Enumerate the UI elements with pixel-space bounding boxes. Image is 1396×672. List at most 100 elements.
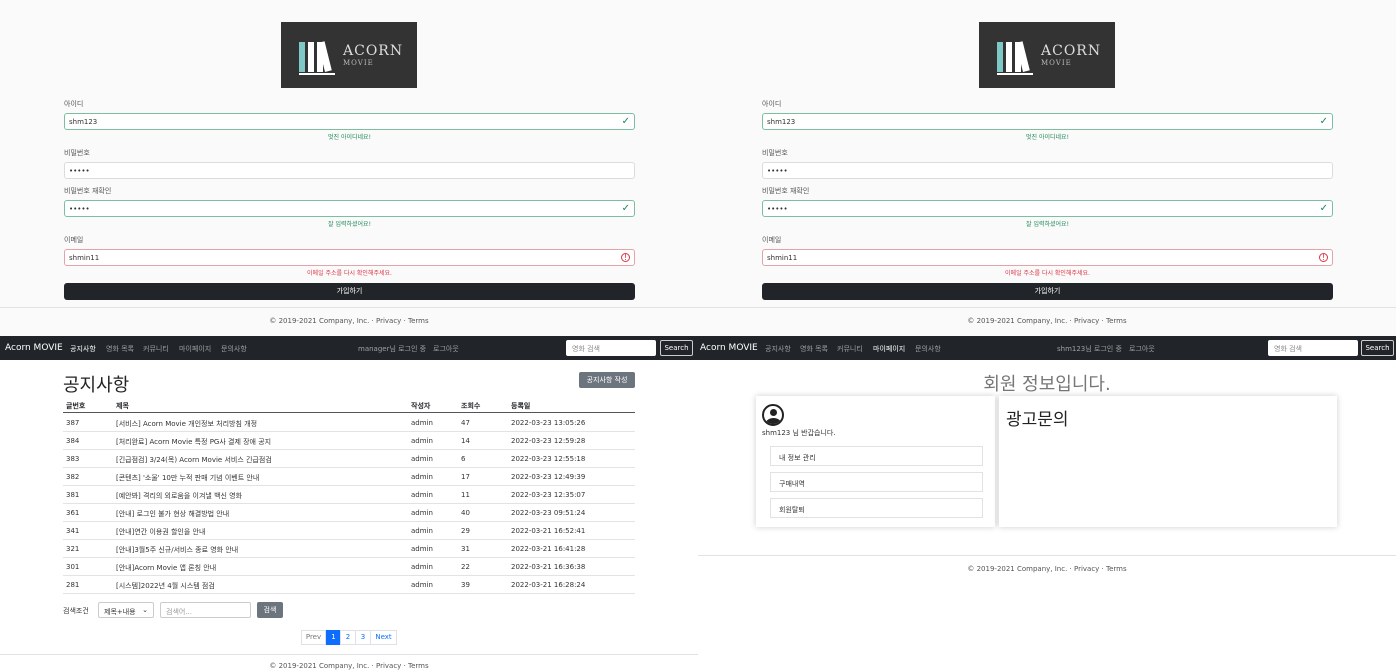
- nav-mypage[interactable]: 마이페이지: [873, 344, 905, 354]
- menu-my-info[interactable]: 내 정보 관리: [770, 446, 983, 466]
- row-number: 382: [66, 473, 80, 481]
- navbar-brand[interactable]: Acorn MOVIE: [700, 343, 758, 353]
- search-condition-select[interactable]: 제목+내용 ⌄: [98, 602, 154, 618]
- movie-search-button[interactable]: Search: [1361, 340, 1394, 356]
- table-row[interactable]: 301 [안내]Acorn Movie 앱 론칭 안내 admin 22 202…: [63, 558, 635, 576]
- mypage-page: Acorn MOVIE 공지사항 영화 목록 커뮤니티 마이페이지 문의사항 s…: [698, 336, 1396, 672]
- row-title-link[interactable]: [예안봐] 격리의 외로움을 이겨낼 백신 영화: [116, 491, 242, 501]
- row-date: 2022-03-21 16:41:28: [511, 545, 586, 553]
- chevron-down-icon: ⌄: [142, 606, 148, 614]
- table-row[interactable]: 361 [안내] 로그인 불가 현상 해결방법 안내 admin 40 2022…: [63, 504, 635, 522]
- row-author: admin: [411, 527, 433, 535]
- password-confirm-label: 비밀번호 재확인: [64, 187, 112, 195]
- books-icon: [997, 38, 1037, 75]
- pagination-prev[interactable]: Prev: [301, 630, 326, 645]
- nav-logout[interactable]: 로그아웃: [1129, 344, 1155, 354]
- movie-search-button[interactable]: Search: [660, 340, 693, 356]
- navbar-brand[interactable]: Acorn MOVIE: [5, 343, 63, 353]
- acorn-logo[interactable]: ACORN MOVIE: [281, 22, 417, 88]
- table-row[interactable]: 384 [처리완료] Acorn Movie 특정 PG사 결제 장애 공지 a…: [63, 432, 635, 450]
- content-panel: 광고문의: [999, 396, 1337, 527]
- row-title-link[interactable]: [안내]3월5주 신규/서비스 종료 영화 안내: [116, 545, 238, 555]
- row-number: 383: [66, 455, 80, 463]
- movie-search-input[interactable]: 영화 검색: [566, 340, 656, 356]
- menu-purchase-history[interactable]: 구매내역: [770, 472, 983, 492]
- password-confirm-field[interactable]: ••••• ✓: [762, 200, 1333, 217]
- password-field[interactable]: •••••: [64, 162, 635, 179]
- email-field[interactable]: shmin11 !: [762, 249, 1333, 266]
- row-author: admin: [411, 437, 433, 445]
- password-value: •••••: [767, 167, 788, 175]
- keyword-search-button[interactable]: 검색: [257, 602, 283, 618]
- row-views: 39: [461, 581, 470, 589]
- nav-community[interactable]: 커뮤니티: [837, 344, 863, 354]
- nav-notice[interactable]: 공지사항: [70, 344, 96, 354]
- search-condition-value: 제목+내용: [104, 608, 136, 616]
- id-field[interactable]: shm123 ✓: [64, 113, 635, 130]
- row-date: 2022-03-23 12:59:28: [511, 437, 586, 445]
- page-title: 공지사항: [63, 375, 130, 396]
- nav-inquiry[interactable]: 문의사항: [915, 344, 941, 354]
- password-confirm-field[interactable]: ••••• ✓: [64, 200, 635, 217]
- table-row[interactable]: 321 [안내]3월5주 신규/서비스 종료 영화 안내 admin 31 20…: [63, 540, 635, 558]
- row-date: 2022-03-23 12:35:07: [511, 491, 586, 499]
- row-title-link[interactable]: [긴급점검] 3/24(목) Acorn Movie 서비스 긴급점검: [116, 455, 272, 465]
- acorn-logo[interactable]: ACORN MOVIE: [979, 22, 1115, 88]
- table-row[interactable]: 383 [긴급점검] 3/24(목) Acorn Movie 서비스 긴급점검 …: [63, 450, 635, 468]
- table-row[interactable]: 281 [시스템]2022년 4월 시스템 점검 admin 39 2022-0…: [63, 576, 635, 594]
- row-title-link[interactable]: [처리완료] Acorn Movie 특정 PG사 결제 장애 공지: [116, 437, 271, 447]
- row-title-link[interactable]: [안내] 로그인 불가 현상 해결방법 안내: [116, 509, 229, 519]
- table-row[interactable]: 387 [서비스] Acorn Movie 개인정보 처리방침 개정 admin…: [63, 414, 635, 432]
- pagination-next[interactable]: Next: [370, 630, 397, 645]
- id-label: 아이디: [762, 100, 782, 108]
- password-confirm-value: •••••: [767, 205, 788, 213]
- email-feedback: 이메일 주소를 다시 확인해주세요.: [307, 270, 392, 277]
- nav-movie-list[interactable]: 영화 목록: [800, 344, 828, 354]
- row-number: 281: [66, 581, 80, 589]
- nav-logout[interactable]: 로그아웃: [433, 344, 459, 354]
- write-notice-button[interactable]: 공지사항 작성: [579, 372, 635, 388]
- menu-withdraw[interactable]: 회원탈퇴: [770, 498, 983, 518]
- email-field[interactable]: shmin11 !: [64, 249, 635, 266]
- email-label: 이메일: [762, 236, 782, 244]
- notice-board-page: Acorn MOVIE 공지사항 영화 목록 커뮤니티 마이페이지 문의사항 m…: [0, 336, 698, 672]
- navbar: Acorn MOVIE 공지사항 영화 목록 커뮤니티 마이페이지 문의사항 s…: [698, 336, 1396, 360]
- row-number: 321: [66, 545, 80, 553]
- row-views: 6: [461, 455, 466, 463]
- nav-community[interactable]: 커뮤니티: [143, 344, 169, 354]
- row-title-link[interactable]: [서비스] Acorn Movie 개인정보 처리방침 개정: [116, 419, 257, 429]
- row-title-link[interactable]: [안내]Acorn Movie 앱 론칭 안내: [116, 563, 216, 573]
- col-number: 글번호: [66, 402, 86, 410]
- footer-divider: [698, 307, 1396, 308]
- email-value: shmin11: [69, 254, 100, 262]
- pagination-page-2[interactable]: 2: [340, 630, 356, 645]
- row-views: 29: [461, 527, 470, 535]
- email-feedback: 이메일 주소를 다시 확인해주세요.: [1005, 270, 1090, 277]
- table-row[interactable]: 382 [콘텐츠] '소울' 10만 누적 판매 기념 이벤트 안내 admin…: [63, 468, 635, 486]
- row-title-link[interactable]: [콘텐츠] '소울' 10만 누적 판매 기념 이벤트 안내: [116, 473, 259, 483]
- nav-mypage[interactable]: 마이페이지: [179, 344, 211, 354]
- user-greeting: shm123 님 반갑습니다.: [762, 429, 836, 437]
- row-author: admin: [411, 563, 433, 571]
- password-field[interactable]: •••••: [762, 162, 1333, 179]
- movie-search-input[interactable]: 영화 검색: [1268, 340, 1358, 356]
- nav-inquiry[interactable]: 문의사항: [221, 344, 247, 354]
- keyword-input[interactable]: 검색어...: [160, 602, 251, 618]
- nav-movie-list[interactable]: 영화 목록: [106, 344, 134, 354]
- signup-button[interactable]: 가입하기: [762, 283, 1333, 300]
- email-value: shmin11: [767, 254, 798, 262]
- nav-notice[interactable]: 공지사항: [765, 344, 791, 354]
- pagination-page-1[interactable]: 1: [326, 630, 341, 645]
- id-label: 아이디: [64, 100, 84, 108]
- signup-button[interactable]: 가입하기: [64, 283, 635, 300]
- row-title-link[interactable]: [시스템]2022년 4월 시스템 점검: [116, 581, 215, 591]
- row-title-link[interactable]: [안내]연간 이용권 할인을 안내: [116, 527, 205, 537]
- table-row[interactable]: 341 [안내]연간 이용권 할인을 안내 admin 29 2022-03-2…: [63, 522, 635, 540]
- pagination-page-3[interactable]: 3: [355, 630, 371, 645]
- row-author: admin: [411, 491, 433, 499]
- logo-title: ACORN: [343, 43, 404, 59]
- col-title: 제목: [116, 402, 129, 410]
- id-field[interactable]: shm123 ✓: [762, 113, 1333, 130]
- table-row[interactable]: 381 [예안봐] 격리의 외로움을 이겨낼 백신 영화 admin 11 20…: [63, 486, 635, 504]
- row-author: admin: [411, 473, 433, 481]
